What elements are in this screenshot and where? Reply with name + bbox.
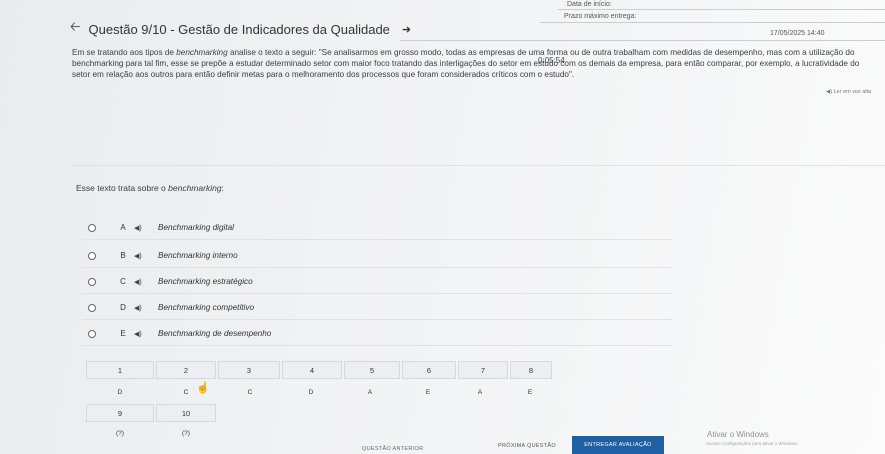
forward-arrow-icon[interactable]: ➜: [402, 23, 411, 36]
question-nav-7[interactable]: 7: [458, 361, 508, 379]
option-letter: C: [120, 277, 126, 286]
question-nav-1[interactable]: 1: [86, 361, 154, 379]
question-nav-3[interactable]: 3: [218, 361, 280, 379]
answer-10: (?): [182, 430, 190, 437]
previous-question-button[interactable]: QUESTÃO ANTERIOR: [362, 446, 423, 452]
back-arrow-icon[interactable]: 🡠: [70, 18, 81, 40]
submit-exam-button[interactable]: ENTREGAR AVALIAÇÃO: [572, 436, 664, 454]
option-b[interactable]: B ◀) Benchmarking interno: [82, 244, 672, 268]
start-date-label: Data de início:: [567, 1, 612, 8]
deadline-value: 17/05/2025 14:40: [770, 30, 825, 37]
answer-7: A: [477, 389, 483, 396]
question-nav-10[interactable]: 10: [156, 404, 216, 422]
page-title: Questão 9/10 - Gestão de Indicadores da …: [88, 21, 390, 37]
radio-button[interactable]: [88, 223, 96, 232]
answer-1: D: [117, 389, 123, 396]
answer-6: E: [425, 389, 431, 396]
windows-activation-subtitle: Acesse Configurações para ativar o Windo…: [706, 441, 799, 446]
answer-4: D: [308, 389, 314, 396]
option-letter: B: [120, 251, 126, 260]
speaker-icon[interactable]: ◀): [134, 278, 148, 286]
deadline-label: Prazo máximo entrega:: [564, 13, 637, 20]
question-nav-8[interactable]: 8: [510, 361, 552, 379]
option-text: Benchmarking de desempenho: [158, 329, 272, 338]
answer-8: E: [527, 389, 533, 396]
option-letter: D: [120, 303, 126, 312]
question-nav-9[interactable]: 9: [86, 404, 154, 422]
read-aloud-link[interactable]: ◀) Ler em voz alta: [826, 89, 871, 95]
radio-button[interactable]: [88, 251, 96, 260]
answer-9: (?): [116, 430, 124, 437]
radio-button[interactable]: [88, 303, 96, 312]
option-e[interactable]: E ◀) Benchmarking de desempenho: [82, 322, 672, 346]
radio-button[interactable]: [88, 277, 96, 286]
speaker-icon[interactable]: ◀): [134, 224, 148, 232]
option-text: Benchmarking estratégico: [158, 277, 253, 286]
question-text: Em se tratando aos tipos de benchmarking…: [72, 48, 860, 79]
option-a[interactable]: A ◀) Benchmarking digital: [82, 216, 672, 240]
question-nav-4[interactable]: 4: [282, 361, 342, 379]
question-prompt: Esse texto trata sobre o benchmarking:: [76, 183, 224, 193]
speaker-icon[interactable]: ◀): [134, 330, 148, 338]
title-row: 🡠 Questão 9/10 - Gestão de Indicadores d…: [70, 18, 411, 40]
divider: [70, 165, 885, 166]
answer-5: A: [367, 389, 373, 396]
divider: [558, 9, 885, 10]
option-d[interactable]: D ◀) Benchmarking competitivo: [82, 296, 672, 320]
speaker-icon[interactable]: ◀): [134, 304, 148, 312]
radio-button[interactable]: [88, 329, 96, 338]
divider: [400, 40, 885, 41]
divider: [540, 22, 885, 23]
hand-cursor-icon: ☝: [196, 382, 210, 394]
next-question-button[interactable]: PRÓXIMA QUESTÃO: [498, 443, 556, 449]
answer-3: C: [247, 389, 253, 396]
question-nav-2[interactable]: 2: [156, 361, 216, 379]
option-text: Benchmarking digital: [158, 223, 235, 232]
option-c[interactable]: C ◀) Benchmarking estratégico: [82, 270, 672, 294]
windows-activation-title: Ativar o Windows: [707, 430, 769, 439]
question-nav-5[interactable]: 5: [344, 361, 400, 379]
question-nav-6[interactable]: 6: [402, 361, 456, 379]
speaker-icon[interactable]: ◀): [134, 252, 148, 260]
option-text: Benchmarking competitivo: [158, 303, 255, 312]
option-letter: E: [120, 329, 126, 338]
option-text: Benchmarking interno: [158, 251, 238, 260]
option-letter: A: [120, 223, 126, 232]
